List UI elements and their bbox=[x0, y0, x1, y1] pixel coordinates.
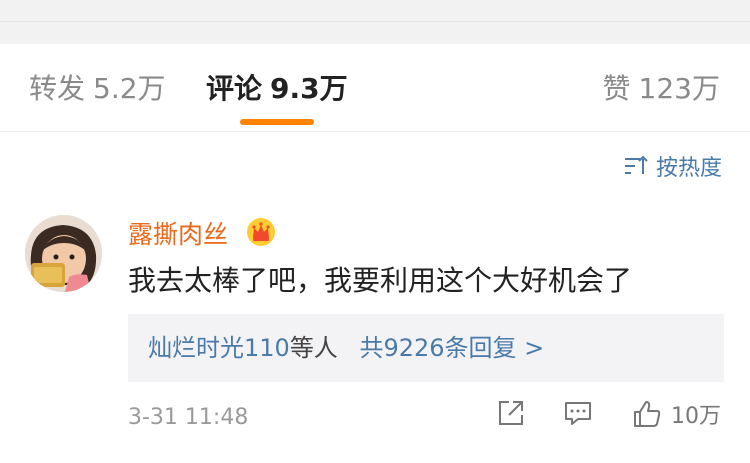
share-icon bbox=[499, 401, 523, 425]
sort-icon bbox=[624, 155, 648, 174]
thumbs-up-icon bbox=[634, 401, 661, 427]
comment-icon bbox=[565, 402, 591, 425]
tab-comments[interactable]: 评论 9.3万 bbox=[206, 71, 348, 107]
tab-comments-count: 9.3万 bbox=[270, 72, 348, 105]
comment-timestamp: 3-31 11:48 bbox=[128, 405, 249, 430]
tab-likes-label: 赞 bbox=[602, 72, 631, 105]
active-tab-indicator bbox=[240, 119, 314, 125]
replies-preview[interactable]: 灿烂时光110等人 共9226条回复 > bbox=[128, 314, 724, 382]
reply-button[interactable] bbox=[563, 398, 593, 432]
tab-comments-label: 评论 bbox=[206, 72, 263, 105]
tab-repost-count: 5.2万 bbox=[93, 72, 166, 105]
top-divider bbox=[0, 21, 750, 22]
like-button[interactable]: 10万 bbox=[631, 398, 721, 430]
reply-names-suffix: 等人 bbox=[289, 334, 338, 362]
share-button[interactable] bbox=[496, 398, 526, 432]
tab-bar: 转发 5.2万 评论 9.3万 赞 123万 bbox=[0, 44, 750, 132]
comment-text: 我去太棒了吧，我要利用这个大好机会了 bbox=[128, 264, 633, 297]
tab-repost[interactable]: 转发 5.2万 bbox=[29, 71, 166, 107]
replies-total-link[interactable]: 共9226条回复 > bbox=[359, 334, 544, 362]
sort-button[interactable]: 按热度 bbox=[624, 151, 722, 181]
top-gap bbox=[0, 0, 750, 44]
tab-likes[interactable]: 赞 123万 bbox=[603, 71, 720, 107]
sort-label: 按热度 bbox=[655, 156, 722, 181]
comment-username[interactable]: 露撕肉丝 bbox=[128, 218, 228, 252]
tab-likes-count: 123万 bbox=[638, 72, 720, 105]
crown-badge-icon bbox=[247, 218, 275, 246]
like-count: 10万 bbox=[671, 404, 721, 429]
avatar[interactable] bbox=[25, 215, 102, 292]
reply-user-names[interactable]: 灿烂时光110 bbox=[148, 334, 290, 362]
tab-repost-label: 转发 bbox=[29, 72, 86, 105]
